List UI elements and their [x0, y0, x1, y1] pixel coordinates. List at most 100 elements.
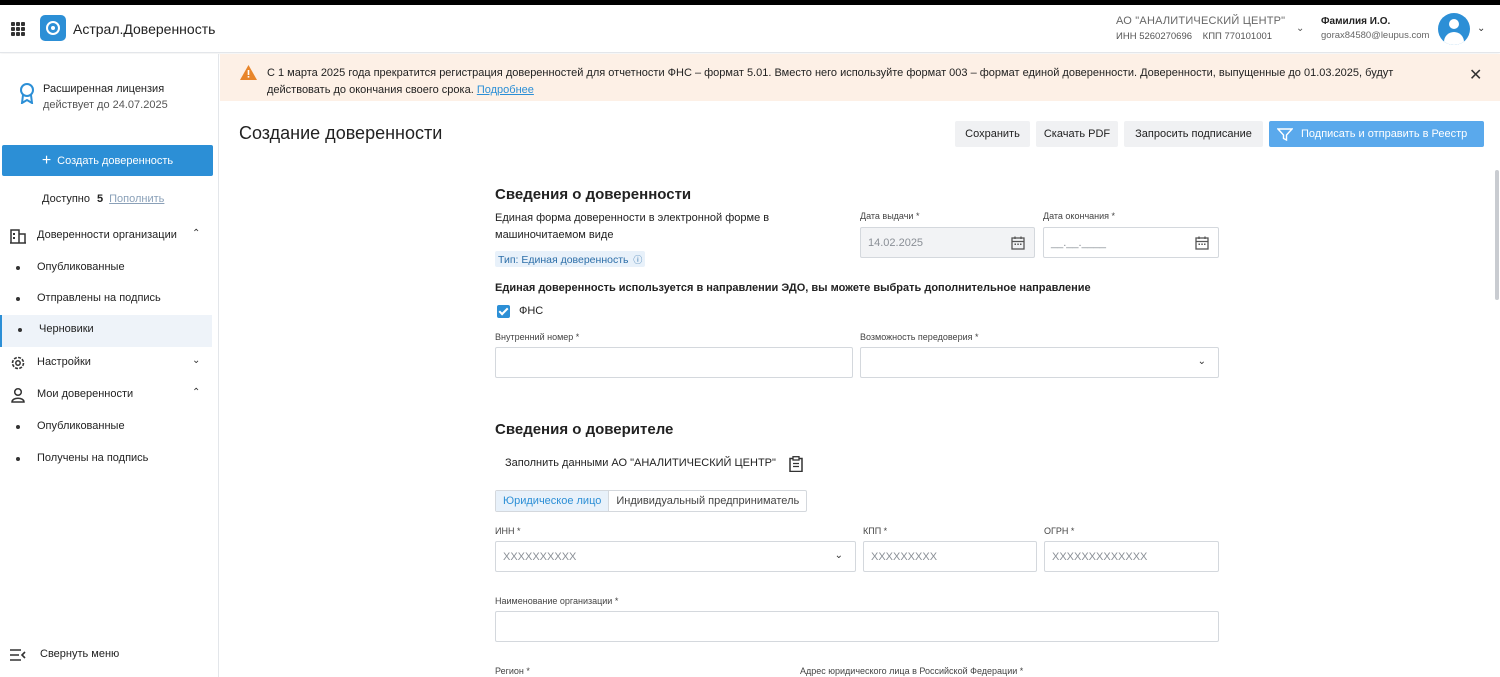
available-counter: Доступно 5 Пополнить — [42, 193, 164, 205]
internal-number-input[interactable] — [495, 347, 853, 378]
topup-link[interactable]: Пополнить — [109, 193, 164, 205]
app-header: Астрал.Доверенность АО "АНАЛИТИЧЕСКИЙ ЦЕ… — [0, 5, 1500, 53]
clipboard-icon[interactable] — [789, 456, 803, 472]
gear-icon — [11, 356, 25, 370]
license-title: Расширенная лицензия — [43, 83, 165, 95]
end-date-field[interactable]: __.__.____ — [1043, 227, 1219, 258]
apps-grid-icon[interactable] — [11, 22, 25, 36]
download-pdf-button[interactable]: Скачать PDF — [1036, 121, 1118, 147]
sidebar-item-settings[interactable]: Настройки ⌄ — [0, 348, 212, 378]
available-count: 5 — [97, 193, 104, 205]
calendar-icon[interactable] — [1195, 236, 1209, 250]
page-title: Создание доверенности — [239, 123, 443, 143]
chevron-down-icon: ⌄ — [834, 550, 843, 561]
inn-label: ИНН * — [495, 526, 521, 536]
redelegation-select[interactable]: ⌄ — [860, 347, 1219, 378]
edo-direction-text: Единая доверенность используется в напра… — [495, 282, 1091, 294]
kpp-value: XXXXXXXXX — [871, 551, 938, 563]
collapse-menu-icon — [10, 649, 26, 661]
internal-number-label: Внутренний номер * — [495, 332, 580, 342]
form-description: Единая форма доверенности в электронной … — [495, 212, 770, 241]
kpp-label: КПП * — [863, 526, 888, 536]
inn-value: XXXXXXXXXX — [503, 551, 577, 563]
sidebar-item-received[interactable]: Получены на подпись — [0, 444, 212, 474]
ogrn-input[interactable]: XXXXXXXXXXXXX — [1044, 541, 1219, 572]
filter-icon — [1277, 127, 1293, 141]
address-label: Адрес юридического лица в Российской Фед… — [800, 666, 1024, 676]
end-date-placeholder: __.__.____ — [1051, 237, 1107, 249]
chevron-up-icon: ⌃ — [192, 387, 201, 398]
sidebar-item-label: Мои доверенности — [37, 388, 134, 400]
sidebar-item-label: Черновики — [39, 323, 94, 335]
fill-with-org-button[interactable]: Заполнить данными АО "АНАЛИТИЧЕСКИЙ ЦЕНТ… — [505, 457, 776, 469]
user-name[interactable]: Фамилия И.О. — [1321, 16, 1390, 27]
sidebar-item-label: Опубликованные — [37, 261, 125, 273]
sidebar-item-drafts[interactable]: Черновики — [0, 315, 212, 347]
org-inn: ИНН 5260270696 — [1116, 31, 1193, 42]
building-icon — [10, 229, 26, 244]
info-icon[interactable]: ⓘ — [633, 255, 642, 265]
notice-text: С 1 марта 2025 года прекратится регистра… — [267, 67, 1394, 96]
redelegation-label: Возможность передоверия * — [860, 332, 979, 342]
collapse-menu-label: Свернуть меню — [40, 648, 120, 660]
user-email: gorax84580@leupus.com — [1321, 30, 1430, 41]
org-name[interactable]: АО "АНАЛИТИЧЕСКИЙ ЦЕНТР" — [1116, 15, 1285, 27]
fns-checkbox[interactable] — [497, 305, 510, 318]
sidebar-item-org-sent[interactable]: Отправлены на подпись — [0, 284, 212, 314]
available-label: Доступно — [42, 193, 91, 205]
calendar-icon — [1011, 236, 1025, 250]
warning-icon — [240, 65, 257, 80]
type-badge: Тип: Единая доверенность ⓘ — [495, 251, 646, 267]
avatar[interactable] — [1438, 13, 1470, 45]
ogrn-value: XXXXXXXXXXXXX — [1052, 551, 1148, 563]
inn-select[interactable]: XXXXXXXXXX ⌄ — [495, 541, 856, 572]
user-chevron-down-icon[interactable]: ⌄ — [1477, 23, 1485, 34]
kpp-input[interactable]: XXXXXXXXX — [863, 541, 1037, 572]
sidebar-item-my-published[interactable]: Опубликованные — [0, 412, 212, 442]
notice-more-link[interactable]: Подробнее — [477, 84, 534, 96]
section-principal-info: Сведения о доверителе — [495, 421, 674, 438]
sidebar-item-org-poas[interactable]: Доверенности организации ⌃ — [0, 221, 212, 251]
org-name-label: Наименование организации * — [495, 596, 619, 606]
license-valid: действует до 24.07.2025 — [43, 99, 168, 111]
plus-icon: + — [41, 151, 52, 169]
create-poa-button[interactable]: + Создать доверенность — [2, 145, 213, 176]
sidebar-item-label: Получены на подпись — [37, 452, 149, 464]
section-poa-info: Сведения о доверенности — [495, 186, 692, 203]
issue-date-label: Дата выдачи * — [860, 211, 920, 221]
entity-type-toggle: Юридическое лицо Индивидуальный предприн… — [495, 490, 808, 512]
request-signing-button[interactable]: Запросить подписание — [1124, 121, 1263, 147]
chevron-down-icon: ⌄ — [192, 355, 201, 366]
user-icon — [11, 387, 25, 403]
sidebar-item-label: Настройки — [37, 356, 91, 368]
license-badge-icon — [20, 83, 34, 104]
app-logo-icon[interactable] — [40, 15, 66, 41]
page-scrollbar[interactable] — [1495, 170, 1499, 300]
tab-legal-entity[interactable]: Юридическое лицо — [496, 491, 610, 511]
sidebar: Расширенная лицензия действует до 24.07.… — [0, 54, 219, 677]
sign-and-send-button[interactable]: Подписать и отправить в Реестр — [1269, 121, 1484, 147]
org-ids: ИНН 5260270696 КПП 770101001 — [1116, 31, 1280, 42]
ogrn-label: ОГРН * — [1044, 526, 1075, 536]
chevron-up-icon: ⌃ — [192, 228, 201, 239]
end-date-label: Дата окончания * — [1043, 211, 1116, 221]
sidebar-item-label: Опубликованные — [37, 420, 125, 432]
tab-individual-entrepreneur[interactable]: Индивидуальный предприниматель — [609, 491, 806, 511]
sidebar-item-label: Отправлены на подпись — [37, 292, 161, 304]
notice-banner: С 1 марта 2025 года прекратится регистра… — [220, 54, 1500, 101]
region-label: Регион * — [495, 666, 530, 676]
fns-label[interactable]: ФНС — [519, 305, 543, 317]
org-kpp: КПП 770101001 — [1202, 31, 1273, 42]
sidebar-item-my-poas[interactable]: Мои доверенности ⌃ — [0, 380, 212, 410]
close-icon[interactable]: ✕ — [1469, 65, 1482, 85]
org-name-input[interactable] — [495, 611, 1219, 642]
sign-and-send-label: Подписать и отправить в Реестр — [1301, 128, 1468, 140]
issue-date-field: 14.02.2025 — [860, 227, 1035, 258]
sidebar-item-label: Доверенности организации — [37, 229, 177, 241]
chevron-down-icon: ⌄ — [1197, 356, 1206, 367]
sidebar-item-org-published[interactable]: Опубликованные — [0, 253, 212, 283]
save-button[interactable]: Сохранить — [955, 121, 1030, 147]
org-chevron-down-icon[interactable]: ⌄ — [1296, 23, 1304, 34]
create-poa-label: Создать доверенность — [57, 154, 174, 167]
app-title[interactable]: Астрал.Доверенность — [73, 21, 215, 37]
